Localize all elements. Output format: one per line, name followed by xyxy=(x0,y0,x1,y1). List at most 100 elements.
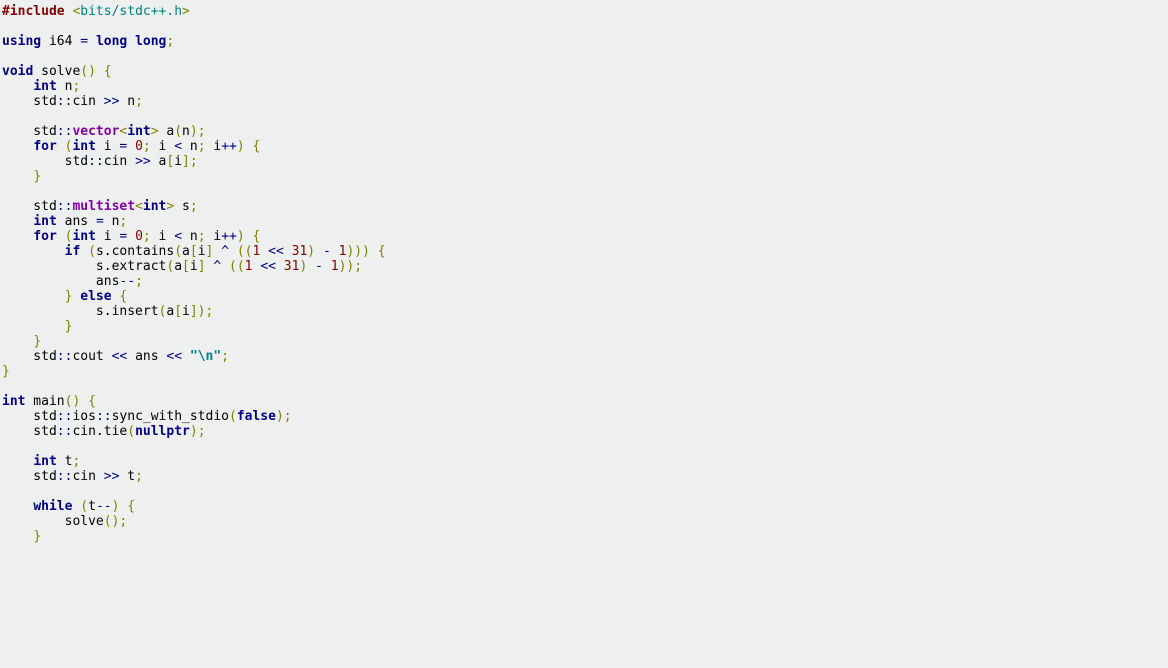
code-token xyxy=(2,334,33,349)
code-token xyxy=(96,64,104,79)
code-token xyxy=(315,244,323,259)
code-token: int xyxy=(33,214,56,229)
code-token xyxy=(57,229,65,244)
code-token: long long xyxy=(96,34,166,49)
code-token xyxy=(2,289,65,304)
code-token: [ xyxy=(182,259,190,274)
code-token: main xyxy=(25,394,64,409)
code-token: :: xyxy=(57,424,73,439)
code-token: :: xyxy=(57,124,73,139)
code-token: ) xyxy=(190,424,198,439)
code-token: a xyxy=(174,259,182,274)
code-token: ; xyxy=(198,124,206,139)
code-token: ) xyxy=(237,229,245,244)
code-token: :: xyxy=(57,199,73,214)
code-token: while xyxy=(33,499,72,514)
code-token: ; xyxy=(119,514,127,529)
code-token: i64 xyxy=(41,34,80,49)
code-token: ) xyxy=(307,244,315,259)
code-token: } xyxy=(33,169,41,184)
code-token xyxy=(2,229,33,244)
code-token: solve xyxy=(33,64,80,79)
code-token: ( xyxy=(229,409,237,424)
code-token: [ xyxy=(190,244,198,259)
code-token: ans xyxy=(127,349,166,364)
code-token: multiset xyxy=(72,199,135,214)
code-token: int xyxy=(72,229,95,244)
code-token: { xyxy=(253,229,261,244)
code-token: > xyxy=(182,4,190,19)
code-token: ( xyxy=(80,499,88,514)
code-token: ) xyxy=(276,409,284,424)
code-token: a xyxy=(182,244,190,259)
code-token xyxy=(2,454,33,469)
code-token: 1 xyxy=(331,259,339,274)
code-token xyxy=(307,259,315,274)
code-token: :: xyxy=(96,409,112,424)
code-token: n xyxy=(57,79,73,94)
code-token: () xyxy=(80,64,96,79)
code-token: ) xyxy=(190,124,198,139)
code-token: { xyxy=(119,289,127,304)
code-token: s.contains xyxy=(96,244,174,259)
code-token xyxy=(182,349,190,364)
code-token: -- xyxy=(119,274,135,289)
code-token: else xyxy=(80,289,111,304)
code-token: std xyxy=(2,154,88,169)
code-token: ))) xyxy=(346,244,369,259)
code-token xyxy=(2,214,33,229)
code-token xyxy=(2,319,65,334)
code-token: ; xyxy=(190,199,198,214)
code-token xyxy=(213,244,221,259)
code-token: = xyxy=(96,214,104,229)
code-token xyxy=(331,244,339,259)
code-token: ] xyxy=(182,154,190,169)
code-token xyxy=(2,169,33,184)
code-token: 31 xyxy=(284,259,300,274)
code-token xyxy=(221,259,229,274)
code-token: ; xyxy=(143,229,151,244)
code-token: ; xyxy=(135,469,143,484)
code-token: > xyxy=(151,124,159,139)
code-token: ; xyxy=(166,34,174,49)
code-token: ; xyxy=(72,454,80,469)
code-token: - xyxy=(323,244,331,259)
code-token xyxy=(2,499,33,514)
code-token xyxy=(2,529,33,544)
code-token: >> xyxy=(104,94,120,109)
code-token xyxy=(245,229,253,244)
code-token: 0 xyxy=(135,139,143,154)
code-token: int xyxy=(33,454,56,469)
code-token: i xyxy=(206,229,222,244)
code-token: ; xyxy=(284,409,292,424)
code-token: nullptr xyxy=(135,424,190,439)
code-token: i xyxy=(96,229,119,244)
code-token: if xyxy=(65,244,81,259)
code-token: ios xyxy=(72,409,95,424)
code-token: int xyxy=(2,394,25,409)
code-token: >> xyxy=(104,469,120,484)
code-token: { xyxy=(88,394,96,409)
code-token: s.insert xyxy=(2,304,159,319)
code-token: i xyxy=(182,304,190,319)
code-token: cin.tie xyxy=(72,424,127,439)
code-token: :: xyxy=(57,409,73,424)
code-token: (( xyxy=(237,244,253,259)
code-token: { xyxy=(127,499,135,514)
code-token: n xyxy=(119,94,135,109)
code-token xyxy=(80,394,88,409)
code-token: -- xyxy=(96,499,112,514)
code-token: solve xyxy=(2,514,104,529)
code-token: i xyxy=(190,259,198,274)
code-token: < xyxy=(135,199,143,214)
code-token: n xyxy=(182,229,198,244)
code-token: ans xyxy=(57,214,96,229)
code-token: :: xyxy=(88,154,104,169)
code-token: std xyxy=(2,199,57,214)
code-token: s.extract xyxy=(2,259,166,274)
code-token: () xyxy=(65,394,81,409)
code-token: vector xyxy=(72,124,119,139)
code-token: ; xyxy=(221,349,229,364)
code-token: n xyxy=(182,124,190,139)
code-token: std xyxy=(2,94,57,109)
